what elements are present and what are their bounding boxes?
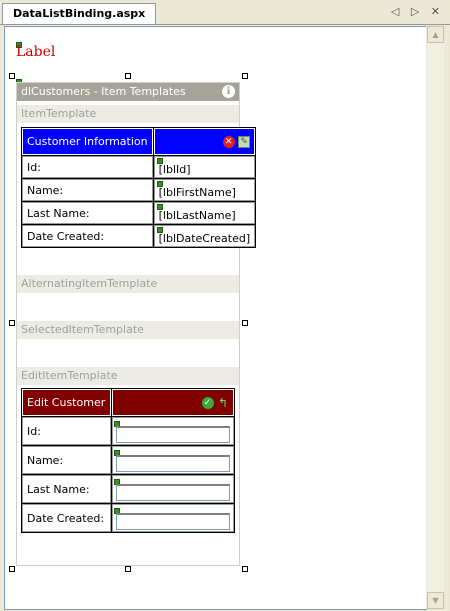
selected-template-label: SelectedItemTemplate: [17, 321, 239, 339]
table-row: Name: [lblFirstName]: [22, 179, 256, 201]
cancel-icon[interactable]: ↰: [217, 397, 229, 409]
row-label: Id:: [22, 156, 153, 178]
document-tab-bar: DataListBinding.aspx ◁ ▷ ✕: [0, 0, 450, 25]
scroll-right-icon[interactable]: ▷: [411, 5, 423, 18]
row-label: Date Created:: [22, 225, 153, 247]
table-row: Last Name: [lblLastName]: [22, 202, 256, 224]
table-row: Date Created:: [22, 504, 234, 532]
info-icon[interactable]: i: [222, 85, 235, 98]
edit-template-table: Edit Customer ✓ ↰ Id: Name: Last Name: D…: [21, 388, 235, 533]
datalist-title: dlCustomers - Item Templates: [21, 85, 186, 98]
resize-handle[interactable]: [9, 566, 15, 572]
tab-nav-buttons: ◁ ▷ ✕: [391, 5, 444, 18]
close-icon[interactable]: ✕: [431, 5, 444, 18]
edit-template-label: EditItemTemplate: [17, 367, 239, 385]
table-row: Name:: [22, 446, 234, 474]
label-binding-text: lblFirstName]: [162, 185, 236, 199]
label-binding-cell[interactable]: [lblFirstName]: [153, 179, 256, 201]
update-icon[interactable]: ✓: [201, 397, 214, 409]
label-binding-text: lblLastName]: [162, 208, 236, 222]
row-label: Date Created:: [22, 504, 111, 532]
textbox-last-name[interactable]: [113, 479, 233, 501]
resize-handle[interactable]: [242, 320, 248, 326]
item-template-label: ItemTemplate: [17, 105, 239, 123]
label-binding-text: lblId]: [162, 162, 191, 176]
row-label: Id:: [22, 417, 111, 445]
textbox-date-created[interactable]: [113, 508, 233, 530]
document-tab[interactable]: DataListBinding.aspx: [2, 3, 157, 24]
resize-handle[interactable]: [9, 73, 15, 79]
datalist-control[interactable]: dlCustomers - Item Templates i ItemTempl…: [16, 82, 257, 566]
textbox-id[interactable]: [113, 421, 233, 443]
delete-icon[interactable]: ✕: [222, 136, 235, 148]
label-binding-cell[interactable]: [lblDateCreated]: [153, 225, 256, 247]
resize-handle[interactable]: [125, 566, 131, 572]
datalist-header: dlCustomers - Item Templates i: [17, 83, 239, 101]
label-control[interactable]: Label: [16, 44, 55, 60]
label-binding-text: lblDateCreated]: [162, 231, 251, 245]
label-binding-cell[interactable]: [lblLastName]: [153, 202, 256, 224]
item-template-table: Customer Information ✕ ✎ Id: [lblId] Nam…: [21, 127, 257, 248]
alternating-template-label: AlternatingItemTemplate: [17, 275, 239, 293]
edit-icon[interactable]: ✎: [238, 136, 251, 148]
row-label: Name:: [22, 446, 111, 474]
table-row: Last Name:: [22, 475, 234, 503]
textbox-name[interactable]: [113, 450, 233, 472]
row-label: Name:: [22, 179, 153, 201]
resize-handle[interactable]: [242, 566, 248, 572]
resize-handle[interactable]: [125, 73, 131, 79]
vertical-scrollbar[interactable]: ▲ ▼: [426, 26, 444, 609]
table-row: Id:: [22, 417, 234, 445]
table-row: Date Created: [lblDateCreated]: [22, 225, 256, 247]
row-label: Last Name:: [22, 475, 111, 503]
resize-handle[interactable]: [9, 320, 15, 326]
item-table-title: Customer Information: [22, 128, 153, 155]
edit-table-title: Edit Customer: [22, 389, 111, 416]
row-label: Last Name:: [22, 202, 153, 224]
label-binding-cell[interactable]: [lblId]: [153, 156, 256, 178]
scroll-up-icon[interactable]: ▲: [427, 26, 444, 43]
scroll-down-icon[interactable]: ▼: [427, 592, 444, 609]
scroll-left-icon[interactable]: ◁: [391, 5, 403, 18]
edit-table-actions: ✓ ↰: [112, 389, 234, 416]
table-row: Id: [lblId]: [22, 156, 256, 178]
resize-handle[interactable]: [242, 73, 248, 79]
item-table-actions: ✕ ✎: [153, 128, 256, 155]
